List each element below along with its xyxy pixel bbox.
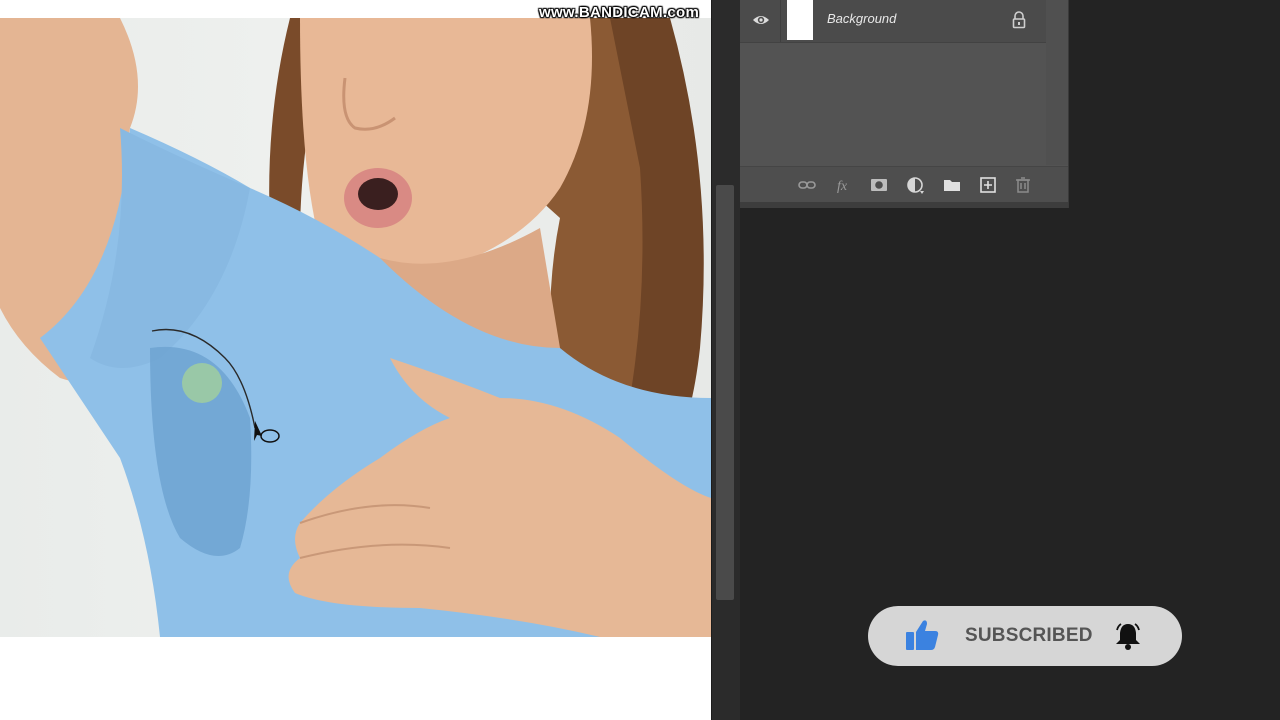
document-canvas[interactable] (0, 0, 711, 720)
photo-illustration (0, 18, 711, 637)
subscribed-button[interactable]: SUBSCRIBED (868, 606, 1182, 666)
photo-image[interactable] (0, 18, 711, 637)
layers-panel: Background fx (740, 0, 1069, 208)
visibility-eye-icon[interactable] (751, 10, 771, 30)
trash-icon[interactable] (1013, 175, 1033, 195)
svg-text:fx: fx (837, 179, 848, 194)
adjustment-layer-icon[interactable] (905, 175, 925, 195)
canvas-vertical-scrollbar[interactable] (711, 0, 740, 720)
subscribed-label: SUBSCRIBED (965, 625, 1093, 646)
layers-panel-footer: fx (740, 166, 1068, 203)
link-layers-icon[interactable] (797, 175, 817, 195)
layer-row-background[interactable]: Background (740, 0, 1046, 43)
scrollbar-thumb[interactable] (716, 185, 734, 600)
lock-icon[interactable] (1011, 11, 1027, 29)
layer-name[interactable]: Background (827, 11, 896, 26)
layer-thumbnail[interactable] (787, 0, 813, 40)
panel-resize-strip[interactable] (740, 202, 1068, 208)
layers-panel-scrollbar[interactable] (1046, 0, 1068, 165)
bandicam-watermark: www.BANDICAM.com (539, 4, 700, 21)
layer-divider (780, 0, 781, 42)
thumbs-up-icon (906, 620, 939, 650)
bell-icon (1116, 623, 1140, 650)
fx-icon[interactable]: fx (834, 175, 854, 195)
new-layer-icon[interactable] (978, 175, 998, 195)
folder-icon[interactable] (942, 175, 962, 195)
add-mask-icon[interactable] (869, 175, 889, 195)
